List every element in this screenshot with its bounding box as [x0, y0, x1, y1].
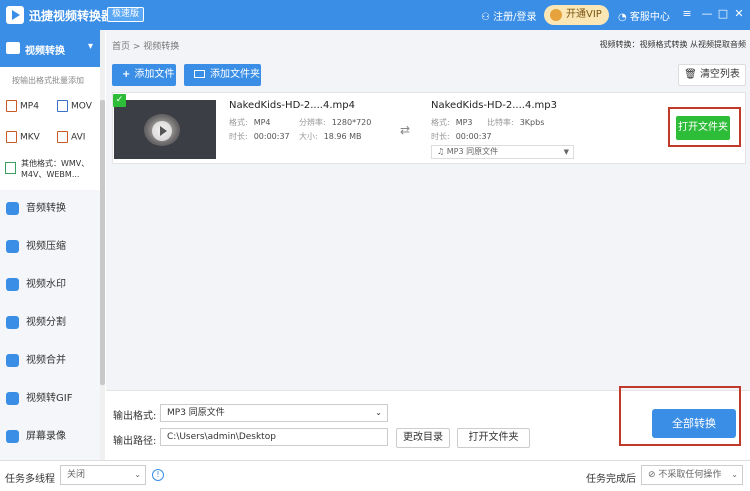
output-format: 格式: MP3 — [431, 118, 473, 127]
add-file-button[interactable]: + 添加文件 — [112, 64, 176, 86]
format-other[interactable]: 其他格式：WMV、M4V、WEBM... — [5, 158, 93, 180]
video-watermark-icon — [6, 277, 19, 291]
multithread-label: 任务多线程 — [5, 474, 55, 485]
status-bar: 任务多线程 关闭 ⌄ ! 任务完成后 ⊘ 不采取任何操作 ⌄ — [0, 460, 750, 491]
folder-icon — [194, 70, 205, 78]
source-size: 大小: 18.96 MB — [299, 132, 362, 141]
app-logo-icon — [6, 6, 24, 24]
mov-file-icon — [57, 100, 68, 112]
menu-icon[interactable]: ≡ — [680, 7, 694, 21]
sidebar-item-audio-convert[interactable]: 音频转换 — [6, 201, 66, 217]
multithread-select[interactable]: 关闭 ⌄ — [60, 465, 146, 485]
format-avi[interactable]: AVI — [57, 131, 85, 143]
add-folder-button[interactable]: 添加文件夹 — [184, 64, 261, 86]
video-split-icon — [6, 315, 19, 329]
service-center-link[interactable]: ◔ 客服中心 — [618, 8, 670, 23]
sidebar-item-video-compress[interactable]: 视频压缩 — [6, 239, 66, 255]
sidebar-item-video-convert[interactable]: 视频转换 ▾ — [0, 30, 104, 67]
output-format-label: 输出格式: — [113, 411, 157, 422]
open-output-folder-button[interactable]: 打开文件夹 — [457, 428, 530, 448]
output-file-name: NakedKids-HD-2....4.mp3 — [431, 100, 557, 111]
source-file-name: NakedKids-HD-2....4.mp4 — [229, 100, 355, 111]
crown-icon — [550, 9, 562, 21]
checkbox-checked-icon[interactable]: ✓ — [113, 94, 126, 107]
title-bar: 迅捷视频转换器 极速版 ⚇ 注册/登录 开通VIP ◔ 客服中心 ≡ — □ ✕ — [0, 0, 750, 30]
chevron-down-icon: ⌄ — [134, 470, 141, 479]
video-compress-icon — [6, 239, 19, 253]
user-icon: ⚇ — [481, 12, 494, 23]
output-bitrate: 比特率: 3Kpbs — [487, 118, 545, 127]
sidebar-scrollbar-thumb[interactable] — [100, 100, 105, 385]
breadcrumb: 首页 > 视频转换 — [112, 42, 180, 52]
info-icon[interactable]: ! — [152, 469, 164, 481]
source-resolution: 分辨率: 1280*720 — [299, 118, 372, 127]
after-done-select[interactable]: ⊘ 不采取任何操作 ⌄ — [641, 465, 743, 485]
shuffle-arrow-icon: ⇄ — [400, 123, 411, 137]
sidebar-item-video-split[interactable]: 视频分割 — [6, 315, 66, 331]
video-merge-icon — [6, 353, 19, 367]
change-directory-button[interactable]: 更改目录 — [396, 428, 450, 448]
chevron-down-icon: ⌄ — [375, 408, 382, 417]
chevron-down-icon: ▼ — [563, 148, 569, 156]
sidebar-tools-panel: 音频转换 视频压缩 视频水印 视频分割 视频合并 视频转GIF 屏幕录像 — [0, 190, 101, 460]
after-done-label: 任务完成后 — [586, 474, 636, 485]
chat-icon: ◔ — [618, 12, 630, 23]
edition-badge: 极速版 — [107, 7, 145, 22]
output-path-field[interactable]: C:\Users\admin\Desktop — [160, 428, 388, 446]
format-mov[interactable]: MOV — [57, 100, 92, 112]
mkv-file-icon — [6, 131, 17, 143]
source-duration: 时长: 00:00:37 — [229, 132, 290, 141]
output-path-label: 输出路径: — [113, 436, 157, 447]
video-gif-icon — [6, 391, 19, 405]
close-icon[interactable]: ✕ — [732, 7, 746, 21]
maximize-icon[interactable]: □ — [716, 7, 730, 21]
audio-convert-icon — [6, 201, 19, 215]
highlight-box-open-folder — [668, 107, 741, 147]
sidebar: 视频转换 ▾ 按输出格式批量添加 MP4 MOV MKV AVI 其他格式：WM… — [0, 30, 104, 460]
file-item-card: ✓ NakedKids-HD-2....4.mp4 格式: MP4 分辨率: 128… — [112, 92, 746, 164]
batch-add-hint: 按输出格式批量添加 — [12, 76, 84, 85]
feature-tip: 视频转换：视频格式转换 从视频提取音频 — [599, 40, 746, 49]
register-login-link[interactable]: ⚇ 注册/登录 — [481, 8, 537, 23]
sidebar-item-video-merge[interactable]: 视频合并 — [6, 353, 66, 369]
chevron-down-icon: ⌄ — [731, 470, 738, 479]
output-duration: 时长: 00:00:37 — [431, 132, 492, 141]
trash-icon: 🗑 — [684, 69, 700, 80]
format-mp4[interactable]: MP4 — [6, 100, 39, 112]
output-format-select[interactable]: ♫ MP3 同原文件 ▼ — [431, 145, 574, 159]
source-format: 格式: MP4 — [229, 118, 271, 127]
screen-record-icon — [6, 429, 19, 443]
app-title: 迅捷视频转换器 — [29, 9, 114, 23]
minimize-icon[interactable]: — — [700, 7, 714, 21]
sidebar-item-screen-record[interactable]: 屏幕录像 — [6, 429, 66, 445]
sidebar-item-video-to-gif[interactable]: 视频转GIF — [6, 391, 72, 407]
other-file-icon — [5, 162, 16, 174]
chevron-down-icon: ▾ — [88, 41, 94, 52]
mp4-file-icon — [6, 100, 17, 112]
video-convert-icon — [6, 42, 20, 54]
clear-list-button[interactable]: 🗑 清空列表 — [678, 64, 746, 86]
video-thumbnail[interactable] — [114, 100, 216, 159]
plus-icon: + — [122, 69, 131, 80]
output-format-dropdown[interactable]: MP3 同原文件 ⌄ — [160, 404, 388, 422]
format-mkv[interactable]: MKV — [6, 131, 40, 143]
play-icon[interactable] — [152, 121, 172, 141]
avi-file-icon — [57, 131, 68, 143]
vip-button[interactable]: 开通VIP — [544, 5, 609, 25]
sidebar-item-video-watermark[interactable]: 视频水印 — [6, 277, 66, 293]
highlight-box-convert-all — [619, 386, 741, 446]
